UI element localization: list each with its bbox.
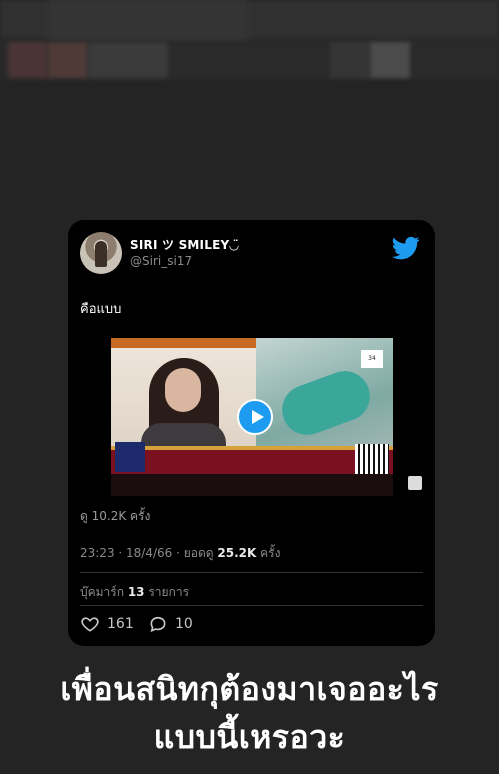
reply-count: 10 bbox=[175, 616, 193, 632]
bookmarks-count: 13 bbox=[127, 585, 145, 599]
caption-line-1: เพื่อนสนิทกุต้องมาเจออะไร bbox=[60, 670, 439, 708]
timestamp-line: 23:23 · 18/4/66 · ยอดดู 25.2K ครั้ง bbox=[80, 544, 280, 563]
tweet-card[interactable]: SIRI ツ SMILEY◡̈ @Siri_si17 คือแบบ 34 ดู … bbox=[68, 220, 435, 646]
tweet-text: คือแบบ bbox=[80, 302, 122, 317]
view-count: 25.2K bbox=[217, 546, 257, 560]
bookmarks-suffix: รายการ bbox=[144, 585, 190, 599]
view-unit: ครั้ง bbox=[256, 546, 281, 560]
reply-icon bbox=[150, 616, 166, 633]
avatar[interactable] bbox=[80, 232, 122, 274]
display-name[interactable]: SIRI ツ SMILEY◡̈ bbox=[130, 236, 239, 253]
twitter-bird-icon bbox=[392, 236, 420, 260]
like-button[interactable]: 161 bbox=[80, 614, 134, 634]
reply-button[interactable]: 10 bbox=[148, 614, 193, 634]
channel-badge: 34 bbox=[361, 350, 383, 368]
play-icon[interactable] bbox=[237, 399, 273, 435]
heart-icon bbox=[81, 617, 99, 632]
divider bbox=[80, 605, 423, 606]
timestamp: 23:23 · 18/4/66 · ยอดดู bbox=[80, 546, 218, 560]
caption-line-2: แบบนี้เหรอวะ bbox=[153, 718, 346, 756]
view-count-label[interactable]: ดู 10.2K ครั้ง bbox=[80, 507, 150, 526]
user-handle[interactable]: @Siri_si17 bbox=[130, 254, 192, 268]
bookmarks-prefix: บุ๊คมาร์ก bbox=[80, 585, 128, 599]
qr-code bbox=[355, 444, 389, 478]
blurred-header bbox=[0, 0, 499, 120]
media-icon bbox=[408, 476, 422, 490]
divider bbox=[80, 572, 423, 573]
channel-logo bbox=[115, 442, 145, 472]
bookmarks-line[interactable]: บุ๊คมาร์ก 13 รายการ bbox=[80, 583, 189, 602]
like-count: 161 bbox=[107, 616, 134, 632]
video-thumbnail[interactable]: 34 bbox=[111, 338, 393, 496]
